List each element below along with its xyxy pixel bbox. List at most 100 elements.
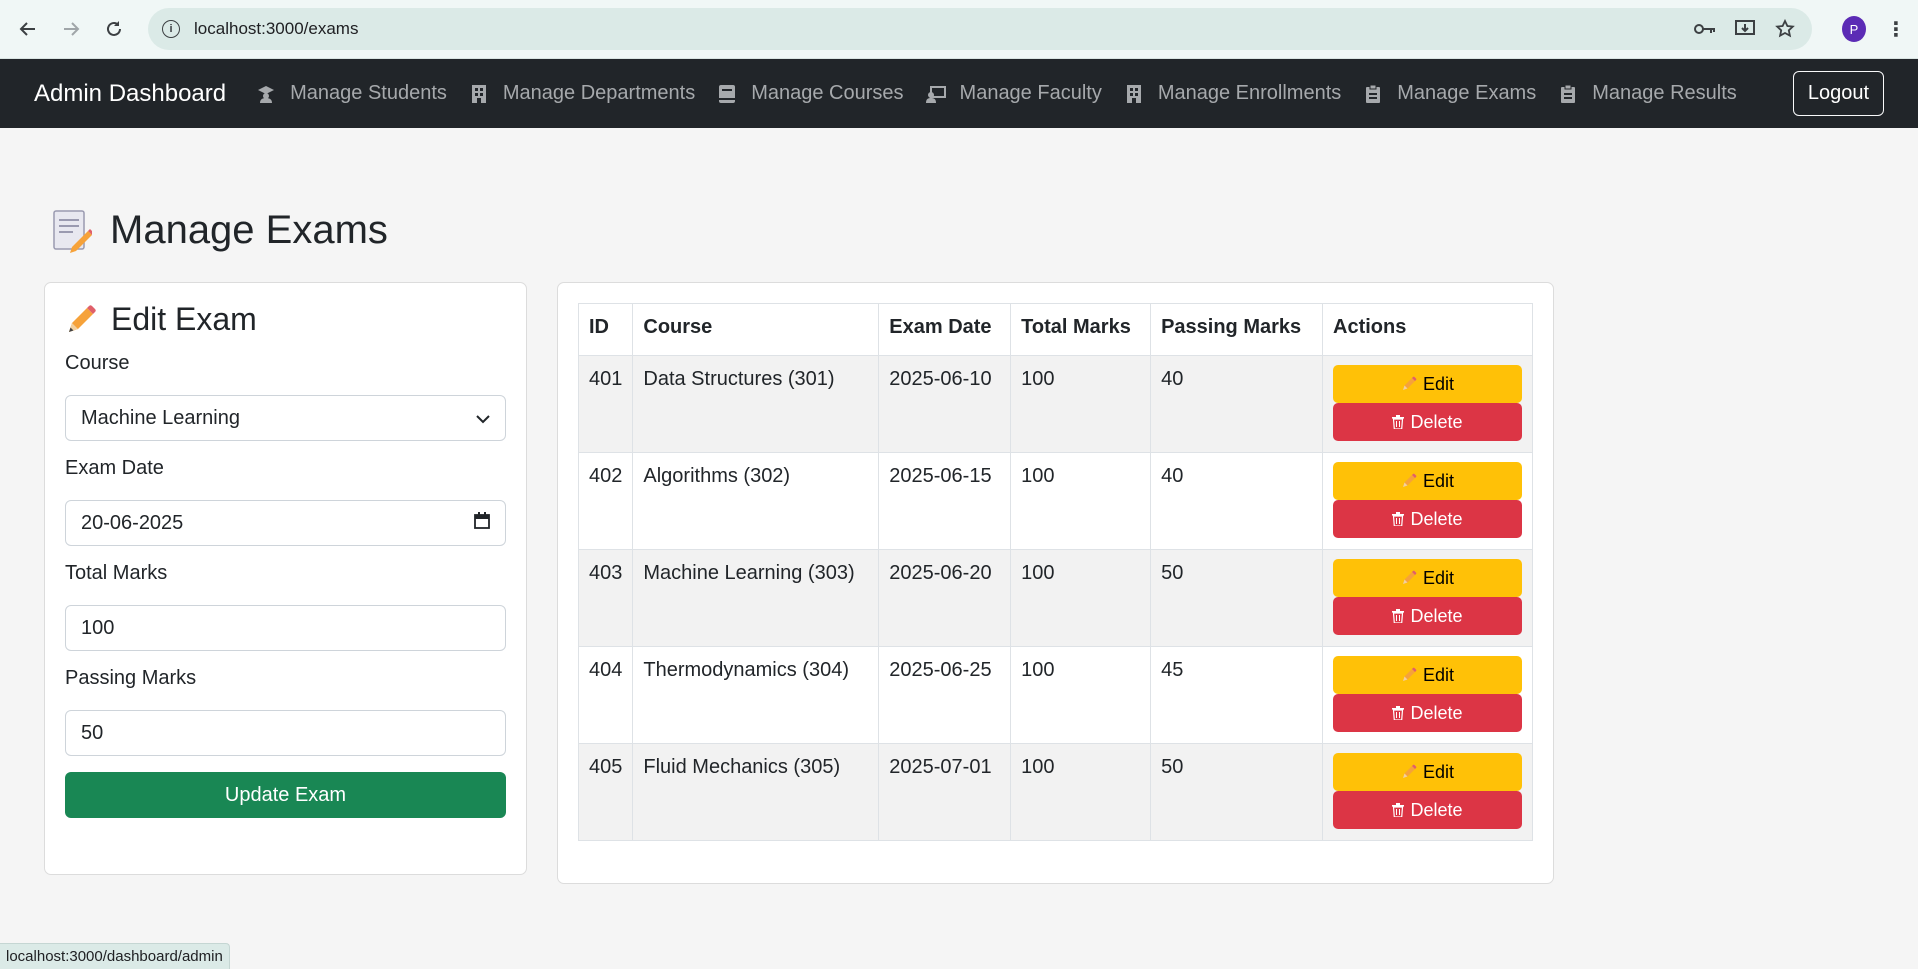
clipboard-icon (1363, 84, 1383, 104)
site-info-icon[interactable]: i (162, 20, 181, 38)
delete-label: Delete (1410, 702, 1463, 723)
cell-passing: 40 (1150, 452, 1323, 550)
url-text: localhost:3000/exams (194, 19, 359, 38)
column-header: Exam Date (878, 303, 1012, 356)
nav-link-departments[interactable]: Manage Departments (469, 82, 695, 105)
forward-icon[interactable] (55, 12, 86, 46)
cell-date: 2025-06-15 (878, 452, 1012, 550)
exam-date-input[interactable]: 20-06-2025 (65, 500, 506, 546)
delete-button[interactable]: Delete (1333, 694, 1522, 732)
key-icon[interactable] (1692, 16, 1718, 42)
column-header: Passing Marks (1150, 303, 1323, 356)
cell-actions: Edit Delete (1322, 743, 1533, 841)
nav-link-exams[interactable]: Manage Exams (1363, 82, 1536, 105)
table-row: 401 Data Structures (301) 2025-06-10 100… (577, 355, 1533, 453)
calendar-icon[interactable] (474, 511, 490, 535)
nav-link-label: Manage Departments (502, 82, 696, 104)
nav-link-label: Manage Students (290, 82, 447, 104)
browser-toolbar: i localhost:3000/exams P ⋮ (0, 0, 1918, 59)
delete-label: Delete (1410, 411, 1463, 432)
edit-button[interactable]: Edit (1333, 559, 1522, 597)
cell-date: 2025-06-10 (878, 355, 1012, 453)
nav-link-courses[interactable]: Manage Courses (717, 82, 904, 105)
nav-link-results[interactable]: Manage Results (1558, 82, 1737, 105)
cell-passing: 50 (1150, 549, 1323, 647)
pencil-icon (1401, 376, 1417, 392)
browser-menu-icon[interactable]: ⋮ (1886, 17, 1906, 42)
nav-links: Manage Students Manage Departments Manag… (256, 82, 1793, 105)
exam-date-value: 20-06-2025 (81, 511, 184, 534)
trash-icon (1392, 415, 1405, 429)
table-header-row: ID Course Exam Date Total Marks Passing … (577, 303, 1533, 356)
trash-icon (1392, 803, 1405, 817)
pencil-icon (1401, 473, 1417, 489)
delete-button[interactable]: Delete (1333, 403, 1522, 441)
form-title-text: Edit Exam (111, 301, 257, 337)
pencil-icon (1401, 764, 1417, 780)
column-header: ID (577, 303, 634, 356)
cell-actions: Edit Delete (1322, 549, 1533, 647)
nav-link-students[interactable]: Manage Students (256, 82, 447, 105)
brand-title[interactable]: Admin Dashboard (34, 80, 226, 108)
column-header: Course (632, 303, 880, 356)
reload-icon[interactable] (99, 12, 130, 46)
clipboard-icon (1558, 84, 1578, 104)
building-icon (1124, 84, 1144, 104)
exams-table: ID Course Exam Date Total Marks Passing … (577, 303, 1533, 841)
delete-button[interactable]: Delete (1333, 500, 1522, 538)
trash-icon (1392, 609, 1405, 623)
nav-link-faculty[interactable]: Manage Faculty (925, 82, 1102, 105)
profile-avatar[interactable]: P (1842, 16, 1866, 42)
cell-course: Machine Learning (303) (632, 549, 880, 647)
delete-button[interactable]: Delete (1333, 597, 1522, 635)
delete-label: Delete (1410, 605, 1463, 626)
column-header: Actions (1322, 303, 1533, 356)
cell-id: 403 (577, 549, 634, 647)
bookmark-star-icon[interactable] (1772, 16, 1798, 42)
cell-date: 2025-07-01 (878, 743, 1012, 841)
column-header: Total Marks (1010, 303, 1152, 356)
edit-button[interactable]: Edit (1333, 462, 1522, 500)
delete-button[interactable]: Delete (1333, 791, 1522, 829)
table-row: 402 Algorithms (302) 2025-06-15 100 40 E… (577, 452, 1533, 550)
cell-course: Fluid Mechanics (305) (632, 743, 880, 841)
logout-button[interactable]: Logout (1792, 71, 1884, 116)
edit-button[interactable]: Edit (1333, 365, 1522, 403)
delete-label: Delete (1410, 508, 1463, 529)
cell-total: 100 (1010, 355, 1152, 453)
form-title: Edit Exam (65, 301, 506, 338)
cell-actions: Edit Delete (1322, 452, 1533, 550)
page-title: Manage Exams (52, 208, 388, 253)
cell-date: 2025-06-20 (878, 549, 1012, 647)
nav-link-label: Manage Results (1592, 82, 1737, 104)
chevron-down-icon (476, 407, 490, 430)
edit-button[interactable]: Edit (1333, 753, 1522, 791)
cell-id: 405 (577, 743, 634, 841)
update-exam-button[interactable]: Update Exam (65, 772, 506, 818)
passing-marks-input[interactable]: 50 (65, 710, 506, 756)
nav-link-label: Manage Exams (1397, 82, 1537, 104)
exam-date-label: Exam Date (65, 457, 164, 479)
address-bar[interactable]: i localhost:3000/exams (148, 8, 1813, 50)
cell-total: 100 (1010, 452, 1152, 550)
total-marks-input[interactable]: 100 (65, 605, 506, 651)
table-row: 405 Fluid Mechanics (305) 2025-07-01 100… (577, 743, 1533, 841)
cell-actions: Edit Delete (1322, 646, 1533, 744)
edit-label: Edit (1422, 470, 1455, 491)
back-icon[interactable] (12, 12, 43, 46)
install-app-icon[interactable] (1732, 16, 1758, 42)
table-row: 403 Machine Learning (303) 2025-06-20 10… (577, 549, 1533, 647)
nav-link-label: Manage Faculty (959, 82, 1102, 104)
edit-label: Edit (1422, 664, 1455, 685)
nav-link-enrollments[interactable]: Manage Enrollments (1124, 82, 1341, 105)
cell-course: Data Structures (301) (632, 355, 880, 453)
cell-course: Algorithms (302) (632, 452, 880, 550)
cell-total: 100 (1010, 646, 1152, 744)
course-select[interactable]: Machine Learning (65, 395, 506, 441)
cell-total: 100 (1010, 549, 1152, 647)
cell-id: 402 (577, 452, 634, 550)
edit-exam-card: Edit Exam Course Machine Learning Exam D… (44, 282, 527, 875)
course-label: Course (65, 352, 130, 374)
edit-label: Edit (1422, 373, 1455, 394)
edit-button[interactable]: Edit (1333, 656, 1522, 694)
